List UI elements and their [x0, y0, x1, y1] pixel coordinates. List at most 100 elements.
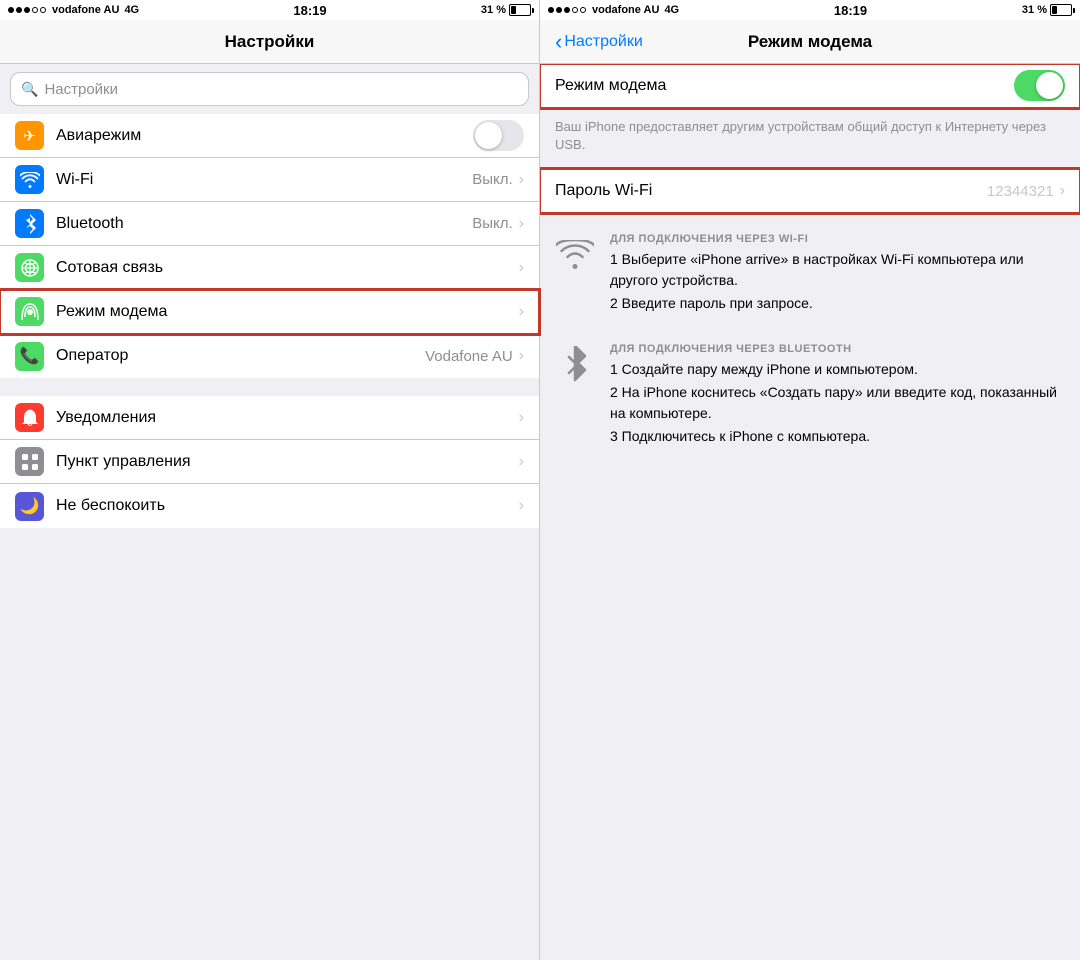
search-bar[interactable]: 🔍 Настройки — [10, 72, 529, 106]
left-navbar: Настройки — [0, 20, 539, 64]
settings-group-2: Уведомления › Пункт управления › 🌙 Не бе… — [0, 396, 539, 528]
left-panel: vodafone AU 4G 18:19 31 % Настройки 🔍 На… — [0, 0, 540, 960]
wifi-conn-title: ДЛЯ ПОДКЛЮЧЕНИЯ ЧЕРЕЗ WI-FI — [610, 233, 1065, 245]
left-nav-title: Настройки — [225, 32, 315, 52]
bt-step3: 3 Подключитесь к iPhone с компьютера. — [610, 426, 1065, 447]
rdot4 — [572, 7, 578, 13]
wifi-chevron: › — [519, 171, 524, 189]
cellular-chevron: › — [519, 259, 524, 277]
left-time: 18:19 — [293, 3, 326, 18]
back-chevron-icon: ‹ — [555, 29, 562, 55]
control-chevron: › — [519, 453, 524, 471]
right-network: 4G — [664, 4, 679, 16]
wifi-connection-header: ДЛЯ ПОДКЛЮЧЕНИЯ ЧЕРЕЗ WI-FI 1 Выберите «… — [555, 233, 1065, 316]
dot5 — [40, 7, 46, 13]
left-battery-pct: 31 % — [481, 4, 506, 16]
rdot3 — [564, 7, 570, 13]
cellular-icon — [20, 259, 40, 277]
password-chevron: › — [1060, 182, 1065, 200]
right-time: 18:19 — [834, 3, 867, 18]
bt-connection-section: ДЛЯ ПОДКЛЮЧЕНИЯ ЧЕРЕЗ BLUETOOTH 1 Создай… — [540, 338, 1080, 471]
modem-info-text: Ваш iPhone предоставляет другим устройст… — [540, 108, 1080, 169]
operator-icon-bg: 📞 — [15, 342, 44, 371]
wifi-conn-icon — [555, 235, 595, 275]
airplane-toggle-knob — [475, 122, 502, 149]
wifi-step2: 2 Введите пароль при запросе. — [610, 293, 1065, 314]
dot4 — [32, 7, 38, 13]
rdot2 — [556, 7, 562, 13]
bluetooth-icon — [23, 214, 37, 234]
left-status-bar: vodafone AU 4G 18:19 31 % — [0, 0, 539, 20]
battery-body — [509, 4, 531, 16]
bt-step2: 2 На iPhone коснитесь «Создать пару» или… — [610, 382, 1065, 424]
left-battery-icon — [509, 4, 531, 16]
settings-item-operator[interactable]: 📞 Оператор Vodafone AU › — [0, 334, 539, 378]
hotspot-icon — [20, 302, 40, 322]
dnd-chevron: › — [519, 497, 524, 515]
modem-toggle[interactable] — [1014, 70, 1065, 101]
settings-item-notifications[interactable]: Уведомления › — [0, 396, 539, 440]
search-placeholder: Настройки — [44, 81, 118, 98]
control-icon-bg — [15, 447, 44, 476]
operator-chevron: › — [519, 347, 524, 365]
back-button[interactable]: ‹ Настройки — [555, 29, 643, 55]
airplane-label: Авиарежим — [56, 127, 473, 145]
right-carrier: vodafone AU — [592, 4, 659, 16]
operator-icon: 📞 — [20, 346, 40, 366]
settings-item-control[interactable]: Пункт управления › — [0, 440, 539, 484]
notifications-icon — [22, 408, 38, 428]
right-battery-fill — [1052, 6, 1057, 14]
left-carrier: vodafone AU — [52, 4, 119, 16]
password-section: Пароль Wi-Fi 12344321 › — [540, 169, 1080, 213]
signal-dots — [8, 7, 46, 13]
dot1 — [8, 7, 14, 13]
bluetooth-value: Выкл. — [472, 215, 512, 232]
settings-item-hotspot[interactable]: Режим модема › — [0, 290, 539, 334]
control-icon — [21, 453, 39, 471]
bluetooth-label: Bluetooth — [56, 215, 472, 233]
dnd-icon-bg: 🌙 — [15, 492, 44, 521]
modem-toggle-section: Режим модема — [540, 64, 1080, 108]
operator-label: Оператор — [56, 347, 425, 365]
right-navbar: ‹ Настройки Режим модема — [540, 20, 1080, 64]
bt-icon-bg — [15, 209, 44, 238]
right-signal-dots — [548, 7, 586, 13]
bt-large-icon — [563, 346, 587, 384]
password-row[interactable]: Пароль Wi-Fi 12344321 › — [540, 169, 1080, 213]
bluetooth-chevron: › — [519, 215, 524, 233]
operator-value: Vodafone AU — [425, 348, 513, 365]
right-signal: vodafone AU 4G — [548, 4, 679, 16]
search-icon: 🔍 — [21, 81, 38, 98]
wifi-value: Выкл. — [472, 171, 512, 188]
right-nav-title: Режим модема — [748, 32, 872, 52]
right-status-bar: vodafone AU 4G 18:19 31 % — [540, 0, 1080, 20]
settings-item-airplane[interactable]: ✈ Авиарежим — [0, 114, 539, 158]
dnd-icon: 🌙 — [20, 496, 40, 516]
bt-step1: 1 Создайте пару между iPhone и компьютер… — [610, 359, 1065, 380]
password-label: Пароль Wi-Fi — [555, 182, 987, 200]
rdot1 — [548, 7, 554, 13]
settings-item-cellular[interactable]: Сотовая связь › — [0, 246, 539, 290]
wifi-label: Wi-Fi — [56, 171, 472, 189]
wifi-large-icon — [556, 240, 594, 270]
right-battery-icon — [1050, 4, 1072, 16]
right-battery-body — [1050, 4, 1072, 16]
airplane-toggle[interactable] — [473, 120, 524, 151]
back-label: Настройки — [564, 33, 642, 51]
settings-item-dnd[interactable]: 🌙 Не беспокоить › — [0, 484, 539, 528]
settings-group-1: ✈ Авиарежим Wi-Fi Выкл. › — [0, 114, 539, 378]
modem-toggle-row[interactable]: Режим модема — [540, 64, 1080, 108]
wifi-step1: 1 Выберите «iPhone arrive» в настройках … — [610, 249, 1065, 291]
notifications-icon-bg — [15, 403, 44, 432]
dot2 — [16, 7, 22, 13]
settings-item-wifi[interactable]: Wi-Fi Выкл. › — [0, 158, 539, 202]
bt-conn-info: ДЛЯ ПОДКЛЮЧЕНИЯ ЧЕРЕЗ BLUETOOTH 1 Создай… — [610, 343, 1065, 449]
password-value: 12344321 — [987, 183, 1054, 200]
settings-item-bluetooth[interactable]: Bluetooth Выкл. › — [0, 202, 539, 246]
control-label: Пункт управления — [56, 453, 519, 471]
notifications-chevron: › — [519, 409, 524, 427]
wifi-connection-section: ДЛЯ ПОДКЛЮЧЕНИЯ ЧЕРЕЗ WI-FI 1 Выберите «… — [540, 213, 1080, 338]
battery-fill — [511, 6, 516, 14]
wifi-icon — [20, 172, 40, 188]
hotspot-icon-bg — [15, 297, 44, 326]
